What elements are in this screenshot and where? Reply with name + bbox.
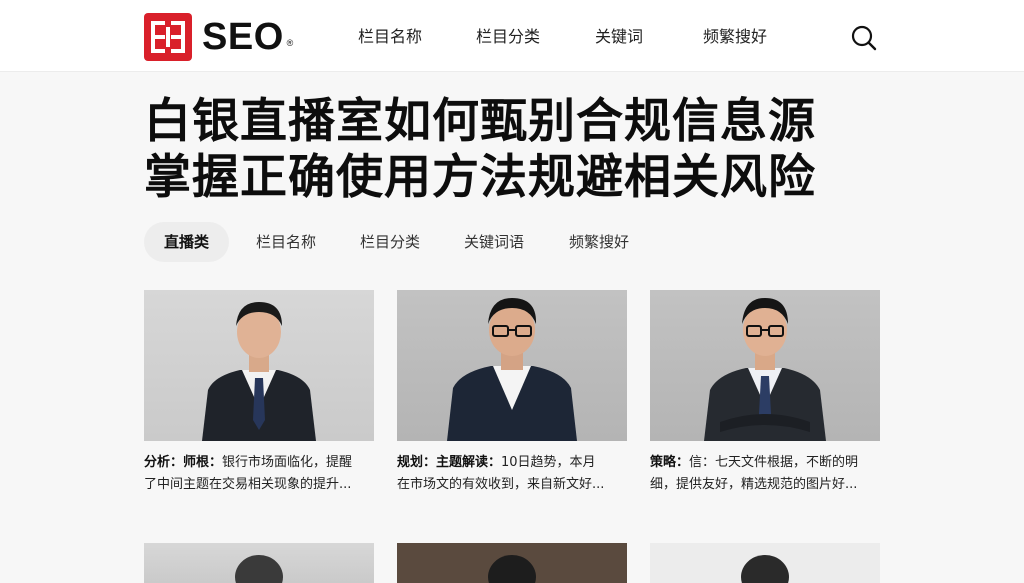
tab-column-category[interactable]: 栏目分类 <box>360 222 420 262</box>
tab-keywords[interactable]: 关键词语 <box>464 222 524 262</box>
card-photo[interactable] <box>144 290 374 441</box>
nav-item-keywords[interactable]: 关键词 <box>595 24 643 50</box>
article-card[interactable]: 策略：信：七天文件根据，不断的明 细，提供友好，精选规范的图片好... <box>650 290 880 496</box>
nav-item-column-name[interactable]: 栏目名称 <box>358 24 422 50</box>
tab-live[interactable]: 直播类 <box>144 222 230 262</box>
page-title: 白银直播室如何甄别合规信息源 掌握正确使用方法规避相关风险 <box>144 94 884 206</box>
search-icon[interactable] <box>850 24 878 52</box>
article-card-partial[interactable] <box>397 543 627 583</box>
card-caption[interactable]: 分析：师根：银行市场面临化，提醒 了中间主题在交易相关现象的提升... <box>144 452 374 496</box>
tab-favorites[interactable]: 频繁搜好 <box>569 222 629 262</box>
top-header: SEO ® 栏目名称 栏目分类 关键词 频繁搜好 <box>0 0 1024 72</box>
article-card-partial[interactable] <box>650 543 880 583</box>
card-photo[interactable] <box>397 543 627 583</box>
card-photo[interactable] <box>650 290 880 441</box>
title-line-1: 白银直播室如何甄别合规信息源 <box>144 94 816 149</box>
card-photo[interactable] <box>650 543 880 583</box>
category-tabs: 直播类 栏目名称 栏目分类 关键词语 频繁搜好 <box>144 222 884 262</box>
article-card[interactable]: 分析：师根：银行市场面临化，提醒 了中间主题在交易相关现象的提升... <box>144 290 374 496</box>
tab-column-name[interactable]: 栏目名称 <box>256 222 316 262</box>
title-line-2: 掌握正确使用方法规避相关风险 <box>144 150 816 205</box>
card-caption[interactable]: 策略：信：七天文件根据，不断的明 细，提供友好，精选规范的图片好... <box>650 452 880 496</box>
card-photo[interactable] <box>144 543 374 583</box>
card-caption[interactable]: 规划：主题解读：10日趋势，本月 在市场文的有效收到，来自新文好... <box>397 452 627 496</box>
nav-item-favorites[interactable]: 频繁搜好 <box>703 24 767 50</box>
article-card-partial[interactable] <box>144 543 374 583</box>
card-photo[interactable] <box>397 290 627 441</box>
nav-item-column-category[interactable]: 栏目分类 <box>476 24 540 50</box>
article-card[interactable]: 规划：主题解读：10日趋势，本月 在市场文的有效收到，来自新文好... <box>397 290 627 496</box>
